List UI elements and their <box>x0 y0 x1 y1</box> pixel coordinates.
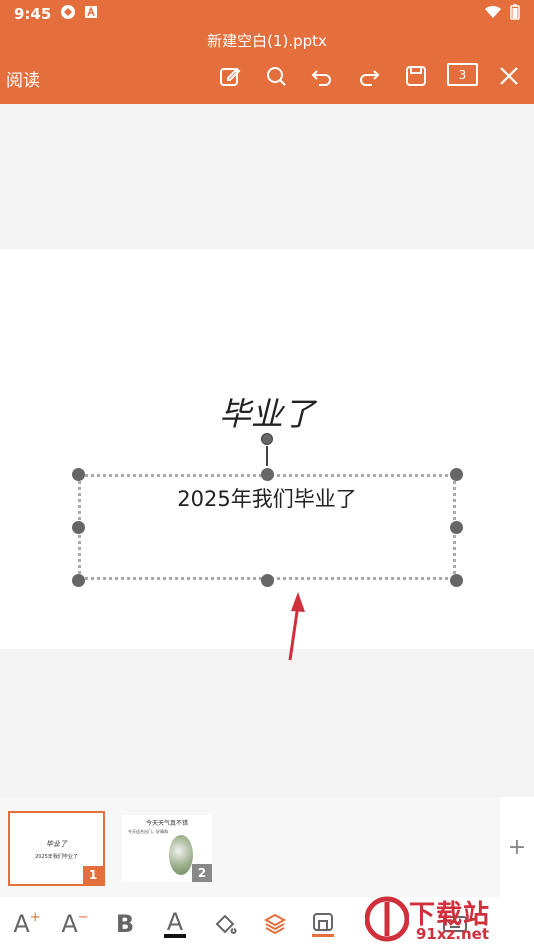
thumbnail-image <box>169 835 193 875</box>
slide-thumbnail-2[interactable]: 今天天气真不错 今天适合出门，好晴和 2 <box>122 815 212 882</box>
thumbnail-title: 毕业了 <box>46 840 67 848</box>
thumbnail-number: 1 <box>83 866 103 884</box>
font-size-decrease-icon[interactable]: A − <box>60 909 90 939</box>
slide-thumbnail-1[interactable]: 毕业了 2025年我们毕业了 1 <box>8 811 105 886</box>
font-size-increase-icon[interactable]: A + <box>12 909 42 939</box>
thumbnail-body: 2025年我们毕业了 <box>35 854 78 860</box>
watermark-url-text: 91xz.net <box>416 925 490 943</box>
bold-icon[interactable]: B <box>110 909 140 939</box>
layers-icon[interactable] <box>260 909 290 939</box>
thumbnail-number: 2 <box>192 864 212 882</box>
add-slide-button[interactable]: + <box>500 797 534 897</box>
arrow-to-text-box <box>288 592 305 661</box>
watermark-logo-icon <box>365 896 409 942</box>
site-watermark: 下载站 91xz.net <box>365 888 534 950</box>
slide-thumbnail-strip: 毕业了 2025年我们毕业了 1 今天天气真不错 今天适合出门，好晴和 2 <box>0 797 500 897</box>
thumbnail-body: 今天适合出门，好晴和 <box>128 829 168 834</box>
frame-icon[interactable] <box>308 909 338 939</box>
fill-icon[interactable] <box>210 909 240 939</box>
font-color-icon[interactable]: A <box>160 909 190 939</box>
thumbnail-title: 今天天气真不错 <box>145 820 188 827</box>
